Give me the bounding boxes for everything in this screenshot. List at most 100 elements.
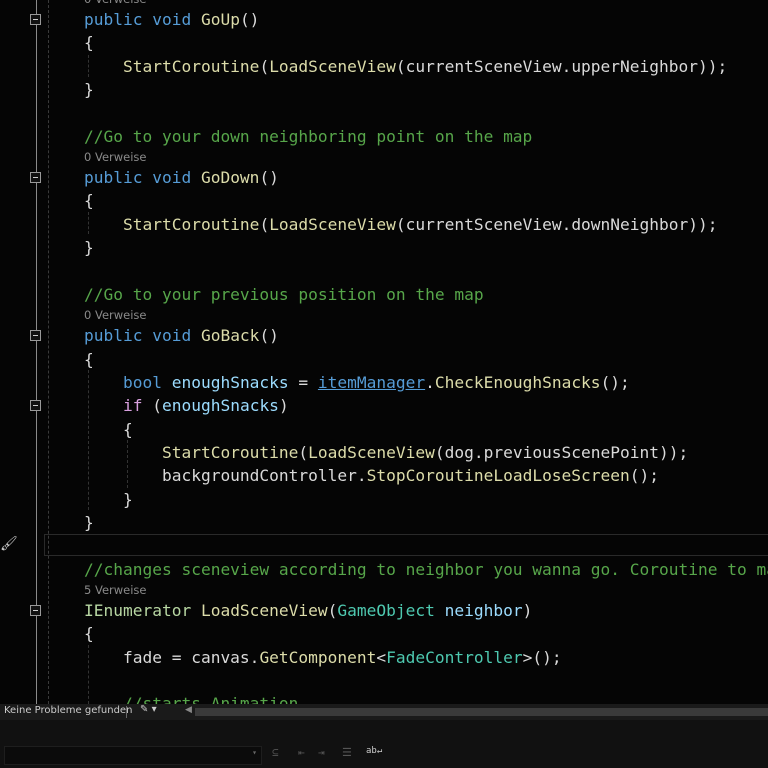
code-token: GetComponent [259, 647, 377, 667]
indent-guide [48, 0, 49, 704]
code-token: //starts Animation [84, 694, 299, 704]
code-token: LoadSceneView [269, 56, 396, 76]
code-token: () [259, 326, 279, 346]
previous-message-icon[interactable]: ⇤ [298, 746, 305, 759]
code-token: LoadSceneView [200, 601, 328, 621]
code-line: //Go to your previous position on the ma… [84, 283, 484, 306]
code-line: //changes sceneview according to neighbo… [84, 558, 768, 581]
word-wrap-icon[interactable]: ab↵ [366, 746, 382, 756]
code-token: StartCoroutine [84, 56, 260, 76]
code-line: //Go to your down neighboring point on t… [84, 125, 532, 148]
code-line: { [84, 622, 94, 645]
code-token: //Go to your previous position on the ma… [84, 284, 484, 304]
collapse-icon[interactable] [30, 400, 41, 412]
code-line: { [84, 348, 94, 371]
code-token: (dog.previousScenePoint)); [434, 442, 689, 462]
output-panel: ▾ ⊆ ⇤ ⇥ ☰ ab↵ [0, 720, 768, 768]
code-token: (currentSceneView.upperNeighbor)); [395, 56, 728, 76]
code-token: GoDown [200, 168, 260, 188]
code-token: < [376, 647, 387, 667]
scroll-left-button[interactable]: ◀ [185, 705, 192, 715]
problems-status[interactable]: Keine Probleme gefunden [4, 705, 132, 716]
code-line: StartCoroutine(LoadSceneView(currentScen… [84, 213, 718, 236]
code-line: { [84, 189, 94, 212]
code-token: (); [629, 466, 660, 486]
code-line: fade = canvas.GetComponent<FadeControlle… [84, 646, 562, 669]
code-token: GoUp [200, 10, 240, 29]
code-editor[interactable]: 🖌 0 Verweisepublic void GoUp(){ StartCor… [0, 0, 768, 704]
code-token: () [259, 168, 279, 188]
outline-margin [36, 0, 37, 704]
code-token: //changes sceneview according to neighbo… [84, 559, 768, 579]
code-line: backgroundController.StopCoroutineLoadLo… [84, 464, 659, 487]
codelens-references[interactable]: 0 Verweise [84, 306, 147, 324]
code-token: FadeController [386, 647, 523, 667]
quick-action-brush-icon[interactable]: 🖌 [0, 536, 18, 552]
code-token: GoBack [200, 326, 260, 346]
code-token: neighbor [444, 601, 523, 621]
code-line: { [84, 418, 133, 441]
code-line: public void GoUp() [84, 8, 259, 31]
code-token: backgroundController. [84, 466, 367, 486]
code-line: StartCoroutine(LoadSceneView(currentScen… [84, 55, 727, 78]
code-line: } [84, 236, 94, 259]
codelens-references[interactable]: 5 Verweise [84, 581, 147, 599]
code-token: CheckEnoughSnacks [434, 372, 601, 392]
chevron-down-icon: ▾ [252, 748, 257, 757]
code-token: StopCoroutineLoadLoseScreen [366, 466, 630, 486]
code-token: { [84, 419, 133, 439]
collapse-icon[interactable] [30, 605, 41, 617]
code-token: { [84, 624, 94, 644]
code-line: } [84, 511, 94, 534]
code-token: LoadSceneView [269, 214, 396, 234]
code-line: public void GoDown() [84, 166, 279, 189]
code-token: enoughSnacks [161, 396, 279, 416]
codelens-references[interactable]: 0 Verweise [84, 0, 147, 8]
code-line: if (enoughSnacks) [84, 394, 289, 417]
clear-all-icon[interactable]: ☰ [342, 746, 352, 759]
code-line: StartCoroutine(LoadSceneView(dog.previou… [84, 441, 688, 464]
code-cleanup-dropdown[interactable]: ✎ ▾ [140, 704, 157, 715]
current-line-highlight [44, 534, 768, 556]
codelens-references[interactable]: 0 Verweise [84, 148, 147, 166]
code-token: //Go to your down neighboring point on t… [84, 126, 533, 146]
next-message-icon[interactable]: ⇥ [318, 746, 325, 759]
code-token: StartCoroutine [84, 214, 260, 234]
code-line: { [84, 31, 94, 54]
code-token: (currentSceneView.downNeighbor)); [395, 214, 718, 234]
code-line: } [84, 488, 133, 511]
code-token: } [84, 489, 133, 509]
code-token: ( [327, 601, 338, 621]
code-token: } [84, 238, 94, 258]
divider [126, 706, 127, 718]
code-token: StartCoroutine [84, 442, 299, 462]
code-token: { [84, 349, 94, 369]
code-token: >(); [522, 647, 562, 667]
code-token: (); [600, 372, 630, 392]
collapse-icon[interactable] [30, 14, 41, 25]
collapse-icon[interactable] [30, 330, 41, 342]
code-token: public void [84, 168, 201, 188]
code-token: public void [84, 326, 201, 346]
code-token: ( [152, 396, 162, 416]
code-token: bool [84, 372, 172, 392]
code-token: ( [259, 214, 270, 234]
code-line: IEnumerator LoadSceneView(GameObject nei… [84, 599, 532, 622]
output-source-select[interactable]: ▾ [4, 746, 262, 765]
code-token: public void [84, 10, 201, 29]
collapse-icon[interactable] [30, 172, 41, 184]
horizontal-scrollbar[interactable] [195, 708, 768, 716]
code-token: ) [522, 601, 533, 621]
code-token: { [84, 33, 94, 53]
find-message-icon[interactable]: ⊆ [272, 746, 279, 759]
symbol-link[interactable]: itemManager [318, 373, 425, 392]
code-token: } [84, 80, 94, 100]
code-token: if [84, 396, 153, 416]
code-line: bool enoughSnacks = itemManager.CheckEno… [84, 371, 630, 394]
status-bar: Keine Probleme gefunden ✎ ▾ ◀ [0, 704, 768, 720]
code-token: IEnumerator [84, 601, 201, 621]
code-token: { [84, 191, 94, 211]
code-token: enoughSnacks [171, 372, 289, 392]
code-line: public void GoBack() [84, 324, 279, 347]
code-token: = [288, 372, 318, 392]
